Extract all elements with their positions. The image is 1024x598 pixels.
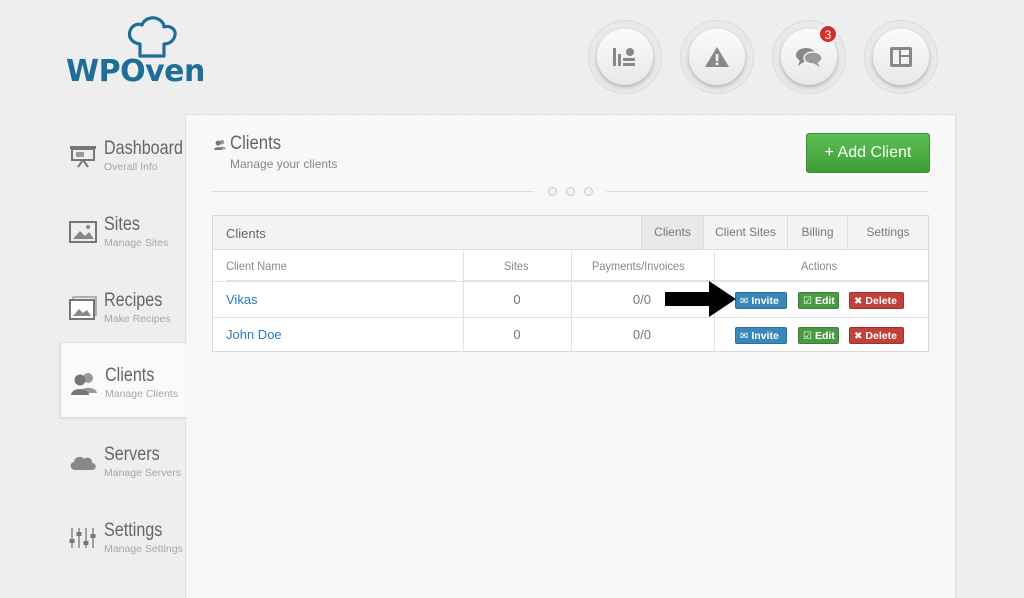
clients-table: Clients Clients Client Sites Billing Set…	[212, 215, 929, 352]
sidebar: Dashboard Overall Info Sites Manage Site…	[60, 112, 187, 598]
column-header-sites: Sites	[463, 251, 571, 281]
sidebar-item-clients[interactable]: Clients Manage Clients	[60, 342, 187, 418]
table-row-sites: 0	[513, 292, 521, 307]
delete-button[interactable]: ✖ Delete	[849, 327, 904, 344]
sidebar-item-settings[interactable]: Settings Manage Settings	[60, 498, 186, 574]
messages-count-badge: 3	[818, 24, 838, 44]
image-icon	[69, 221, 97, 243]
tab-client-sites[interactable]: Client Sites	[703, 216, 787, 249]
sidebar-item-servers[interactable]: Servers Manage Servers	[60, 422, 186, 498]
sidebar-item-title: Dashboard	[104, 138, 184, 159]
sidebar-item-subtitle: Manage Settings	[104, 543, 183, 555]
sidebar-item-dashboard[interactable]: Dashboard Overall Info	[60, 116, 186, 192]
warning-icon	[705, 47, 729, 67]
main-panel: Clients Manage your clients + Add Client…	[185, 114, 956, 598]
envelope-icon: ✉	[740, 331, 749, 342]
sidebar-item-title: Servers	[104, 444, 160, 465]
sidebar-item-subtitle: Manage Sites	[104, 237, 169, 249]
envelope-icon: ✉	[740, 296, 749, 307]
presentation-icon	[70, 146, 96, 168]
close-icon: ✖	[854, 296, 863, 307]
page-users-icon	[214, 139, 226, 150]
sidebar-item-title: Settings	[104, 520, 163, 541]
table-row-name[interactable]: Vikas	[226, 282, 258, 318]
delete-button[interactable]: ✖ Delete	[849, 292, 904, 309]
arrow-pointer-icon	[665, 281, 736, 317]
alerts-button[interactable]	[680, 20, 754, 94]
stats-icon	[613, 48, 635, 66]
edit-button[interactable]: ☑ Edit	[798, 292, 839, 309]
brand-name: WPOven	[66, 54, 205, 89]
sidebar-item-title: Clients	[105, 365, 155, 386]
tab-billing[interactable]: Billing	[787, 216, 847, 249]
sidebar-item-title: Sites	[104, 214, 140, 235]
add-client-button[interactable]: + Add Client	[806, 133, 930, 173]
divider	[606, 191, 929, 192]
messages-button[interactable]: 3	[772, 20, 846, 94]
recipe-image-icon	[69, 296, 97, 320]
table-row-name[interactable]: John Doe	[226, 317, 282, 353]
table-label: Clients	[226, 226, 266, 241]
table-header-bar: Clients Clients Client Sites Billing Set…	[213, 216, 928, 250]
tab-clients[interactable]: Clients	[641, 216, 703, 249]
sidebar-item-subtitle: Manage Clients	[105, 388, 178, 400]
sidebar-item-subtitle: Make Recipes	[104, 313, 171, 325]
sidebar-item-sites[interactable]: Sites Manage Sites	[60, 192, 186, 268]
table-row-payments: 0/0	[632, 327, 651, 342]
tab-settings[interactable]: Settings	[847, 216, 928, 249]
invite-button[interactable]: ✉ Invite	[735, 292, 787, 309]
sliders-icon	[69, 528, 96, 548]
chat-icon	[796, 48, 823, 67]
divider-dot	[566, 187, 575, 196]
stats-button[interactable]	[588, 20, 662, 94]
sidebar-item-recipes[interactable]: Recipes Make Recipes	[60, 268, 186, 344]
edit-icon: ☑	[803, 296, 812, 307]
edit-icon: ☑	[803, 331, 812, 342]
layout-icon	[890, 47, 912, 67]
sidebar-item-title: Recipes	[104, 290, 163, 311]
wpoven-logo[interactable]: WPOven	[66, 16, 216, 89]
users-icon	[71, 373, 97, 395]
column-header-payments: Payments/Invoices	[571, 251, 714, 281]
divider-dot	[548, 187, 557, 196]
page-title: Clients	[230, 133, 282, 154]
sidebar-item-subtitle: Manage Servers	[104, 467, 182, 479]
client-link[interactable]: John Doe	[226, 327, 282, 342]
layout-button[interactable]	[864, 20, 938, 94]
sidebar-item-subtitle: Overall Info	[104, 161, 158, 173]
table-row-sites: 0	[513, 327, 521, 342]
divider-dot	[584, 187, 593, 196]
edit-button[interactable]: ☑ Edit	[798, 327, 839, 344]
page-subtitle: Manage your clients	[230, 157, 338, 171]
close-icon: ✖	[854, 331, 863, 342]
table-row-payments: 0/0	[632, 292, 651, 307]
client-link[interactable]: Vikas	[226, 292, 258, 307]
column-header-actions: Actions	[714, 251, 928, 281]
cloud-icon	[70, 456, 96, 470]
divider	[212, 191, 534, 192]
invite-button[interactable]: ✉ Invite	[735, 327, 787, 344]
column-header-client-name: Client Name	[226, 251, 456, 281]
